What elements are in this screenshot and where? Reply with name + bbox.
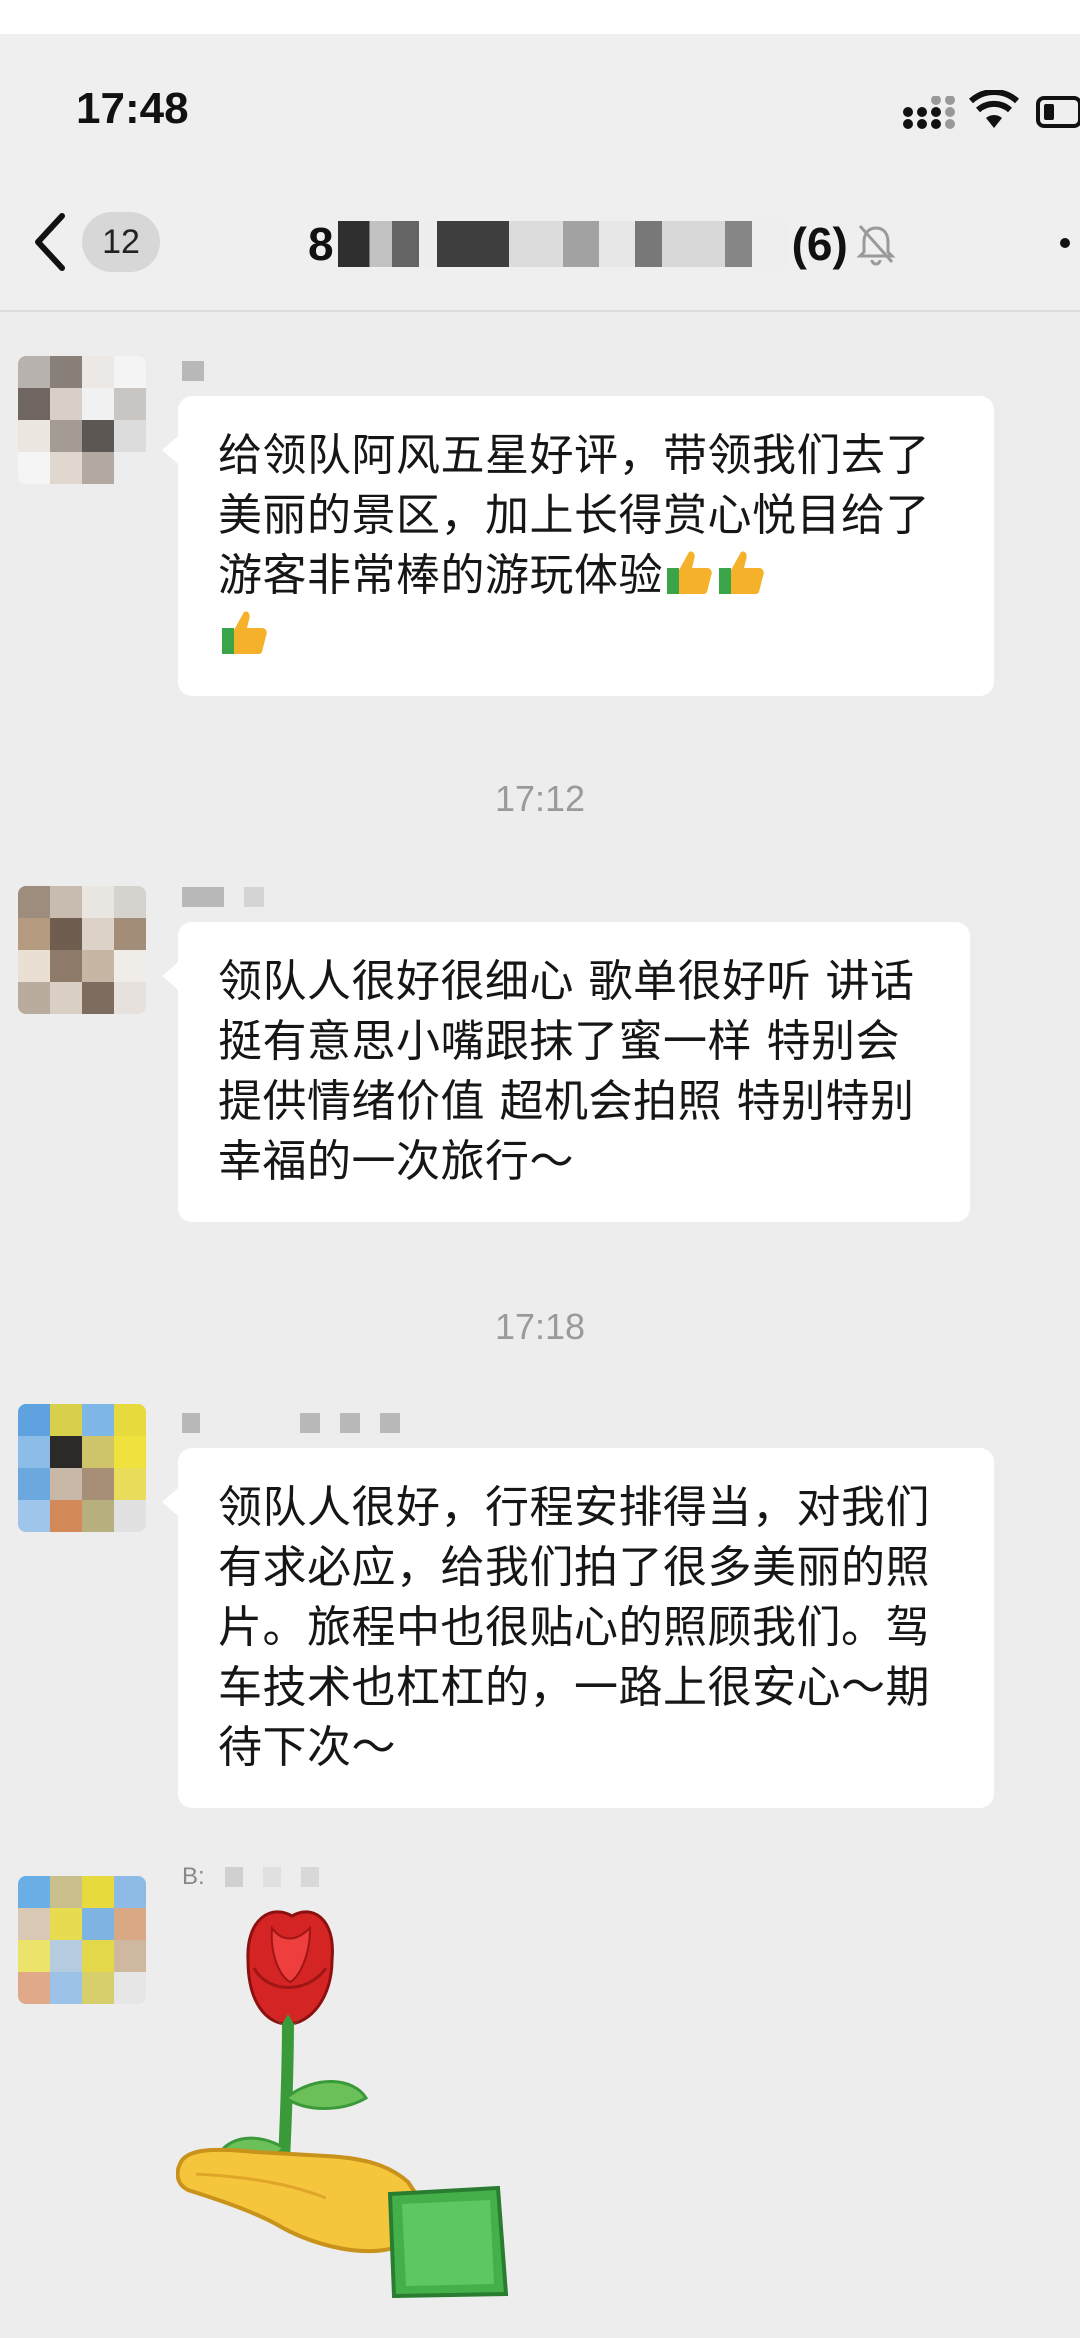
chat-title[interactable]: 8 (6) — [308, 214, 896, 274]
sender-name: B: — [182, 1863, 319, 1890]
message-bubble[interactable]: 领队人很好很细心 歌单很好听 讲话挺有意思小嘴跟抹了蜜一样 特别会提供情绪价值 … — [162, 922, 970, 1222]
member-count: (6) — [791, 218, 848, 270]
signal-icon — [903, 96, 955, 129]
rose-sticker[interactable] — [176, 1898, 536, 2298]
top-strip — [0, 0, 1080, 34]
thumbs-up-icon — [667, 551, 712, 594]
avatar[interactable] — [18, 886, 146, 1014]
sender-name-visible: B: — [182, 1863, 205, 1890]
thumbs-up-icon — [719, 551, 764, 594]
message-bubble[interactable]: 领队人很好，行程安排得当，对我们有求必应，给我们拍了很多美丽的照片。旅程中也很贴… — [162, 1448, 994, 1808]
chat-title-prefix: 8 — [308, 218, 334, 270]
status-bar: 17:48 — [0, 34, 1080, 184]
message-text: 领队人很好，行程安排得当，对我们有求必应，给我们拍了很多美丽的照片。旅程中也很贴… — [218, 1482, 930, 1773]
message-bubble[interactable]: 给领队阿风五星好评，带领我们去了美丽的景区，加上长得赏心悦目给了游客非常棒的游玩… — [162, 396, 994, 696]
message-text: 给领队阿风五星好评，带领我们去了美丽的景区，加上长得赏心悦目给了游客非常棒的游玩… — [218, 430, 930, 601]
chat-header: 12 8 (6) — [0, 184, 1080, 312]
chat-title-redacted — [337, 221, 788, 267]
wifi-icon — [968, 90, 1020, 128]
chat-screen: 17:48 12 8 (6) 给领队阿风五星好评，带领我们去了美丽的景区，加上长… — [0, 0, 1080, 2338]
avatar[interactable] — [18, 1876, 146, 2004]
avatar[interactable] — [18, 356, 146, 484]
message-timestamp: 17:18 — [494, 1306, 586, 1347]
message-timestamp: 17:12 — [494, 778, 586, 819]
battery-icon — [1036, 96, 1080, 128]
sender-name-redacted — [182, 1412, 400, 1434]
sender-name-redacted — [182, 360, 204, 382]
message-text: 领队人很好很细心 歌单很好听 讲话挺有意思小嘴跟抹了蜜一样 特别会提供情绪价值 … — [218, 956, 915, 1187]
back-arrow-icon[interactable] — [30, 210, 70, 274]
sender-name-redacted — [182, 886, 264, 908]
avatar[interactable] — [18, 1404, 146, 1532]
unread-count-badge[interactable]: 12 — [82, 212, 160, 272]
status-time: 17:48 — [76, 84, 189, 133]
more-options-icon[interactable] — [1058, 236, 1072, 250]
thumbs-up-icon — [222, 611, 267, 654]
mute-bell-icon — [856, 225, 896, 266]
